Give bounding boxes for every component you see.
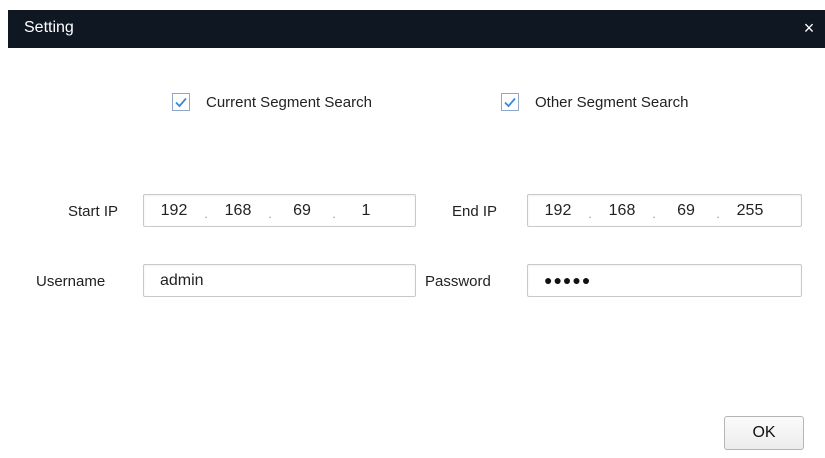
current-segment-search-option[interactable]: Current Segment Search: [172, 93, 372, 111]
ip-separator: .: [268, 206, 272, 221]
checkmark-icon: [175, 97, 187, 108]
other-segment-checkbox[interactable]: [501, 93, 519, 111]
ip-separator: .: [204, 206, 208, 221]
end-ip-octet-1[interactable]: 192: [536, 202, 580, 220]
ip-separator: .: [332, 206, 336, 221]
end-ip-octet-2[interactable]: 168: [600, 202, 644, 220]
start-ip-octet-3[interactable]: 69: [280, 202, 324, 220]
other-segment-search-option[interactable]: Other Segment Search: [501, 93, 688, 111]
password-label: Password: [425, 273, 491, 290]
ip-separator: .: [652, 206, 656, 221]
setting-dialog: Setting × Current Segment Search Other S…: [8, 10, 825, 458]
end-ip-label: End IP: [452, 203, 498, 220]
start-ip-octet-4[interactable]: 1: [344, 202, 388, 220]
close-button[interactable]: ×: [797, 16, 821, 40]
start-ip-octet-1[interactable]: 192: [152, 202, 196, 220]
start-ip-octet-2[interactable]: 168: [216, 202, 260, 220]
end-ip-input[interactable]: 192 . 168 . 69 . 255: [527, 194, 802, 227]
current-segment-label: Current Segment Search: [206, 93, 372, 111]
start-ip-label: Start IP: [68, 203, 119, 220]
username-input[interactable]: admin: [143, 264, 416, 297]
current-segment-checkbox[interactable]: [172, 93, 190, 111]
close-icon: ×: [803, 18, 815, 38]
start-ip-input[interactable]: 192 . 168 . 69 . 1: [143, 194, 416, 227]
ip-separator: .: [588, 206, 592, 221]
username-label: Username: [36, 273, 106, 290]
title-bar: Setting ×: [8, 10, 825, 48]
dialog-title: Setting: [24, 19, 74, 36]
end-ip-octet-4[interactable]: 255: [728, 202, 772, 220]
ip-separator: .: [716, 206, 720, 221]
ok-button[interactable]: OK: [724, 416, 804, 450]
checkmark-icon: [504, 97, 516, 108]
end-ip-octet-3[interactable]: 69: [664, 202, 708, 220]
other-segment-label: Other Segment Search: [535, 93, 689, 111]
password-input[interactable]: ●●●●●: [527, 264, 802, 297]
